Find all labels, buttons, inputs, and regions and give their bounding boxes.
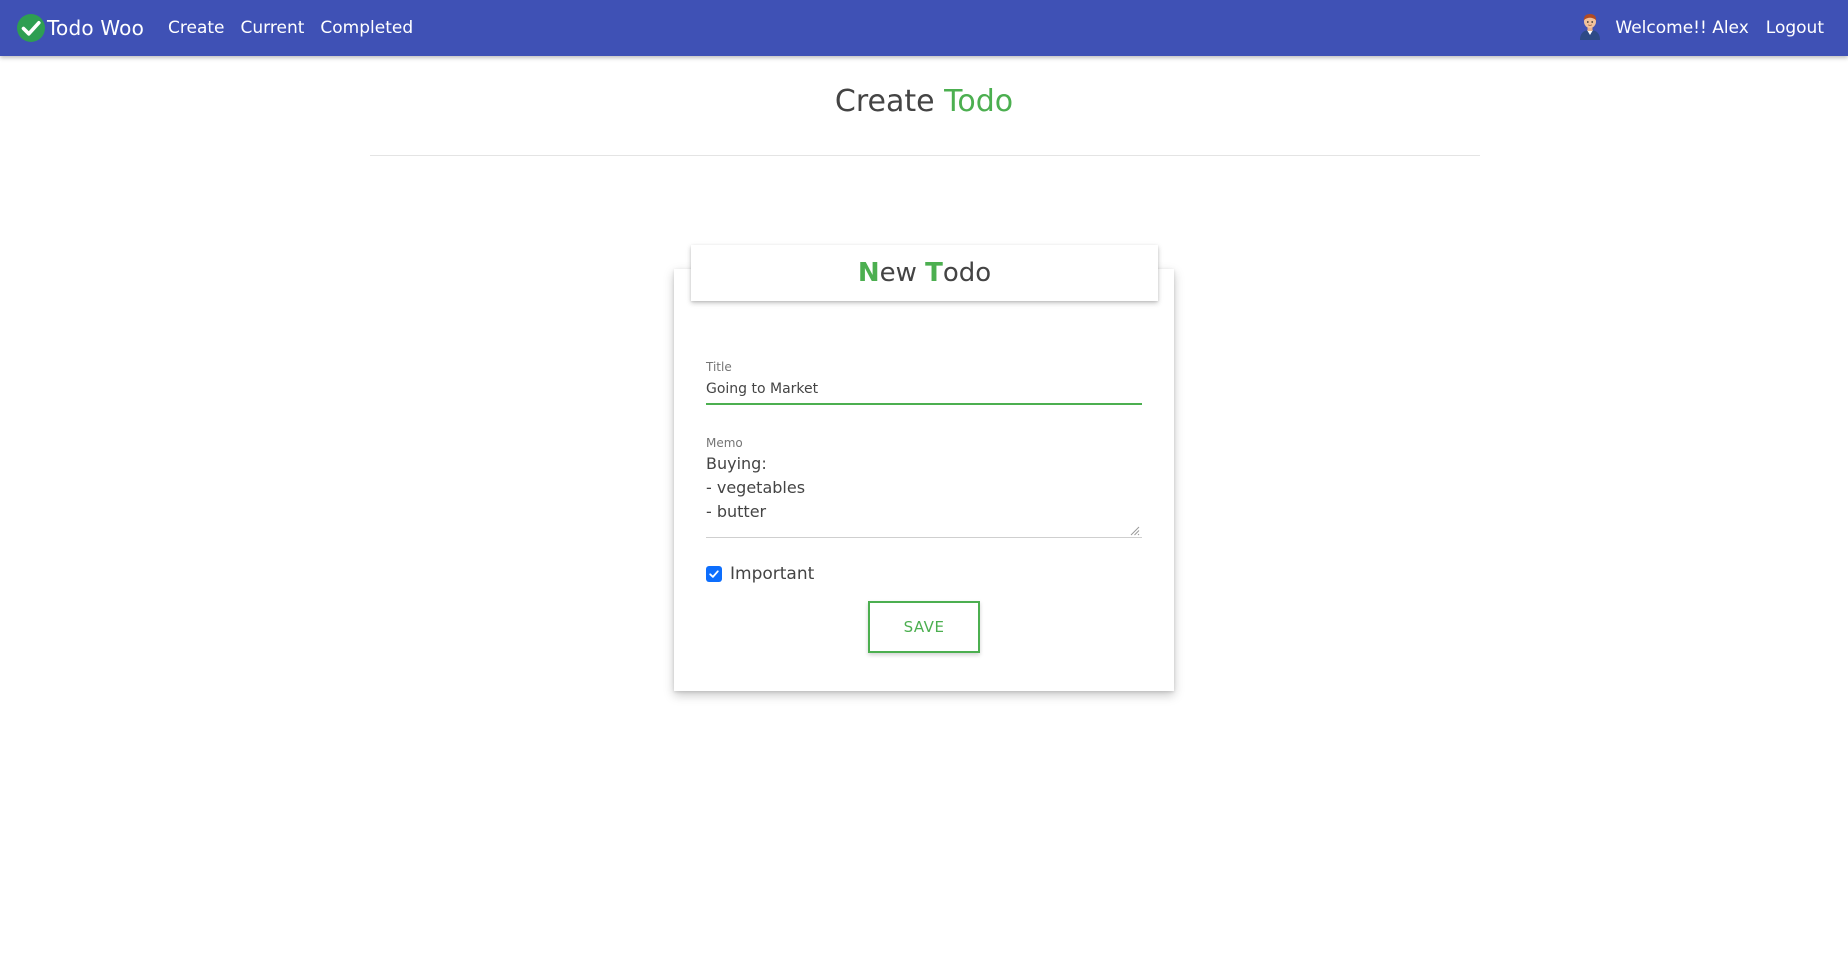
card-header-first-cap: N: [857, 258, 880, 288]
nav-user-area: Welcome!! Alex Logout: [1577, 14, 1824, 40]
brand-link[interactable]: Todo Woo: [16, 13, 144, 43]
top-navbar: Todo Woo Create Current Completed Welcom…: [0, 0, 1848, 56]
card-header-first-rest: ew: [879, 258, 917, 288]
card-header: New Todo: [691, 245, 1158, 301]
nav-link-create[interactable]: Create: [168, 18, 225, 38]
nav-links: Create Current Completed: [168, 18, 429, 38]
title-input[interactable]: [706, 375, 1142, 405]
welcome-text: Welcome!! Alex: [1615, 18, 1749, 38]
title-field-label: Title: [706, 360, 732, 374]
resize-handle-icon[interactable]: [1130, 526, 1140, 536]
important-label[interactable]: Important: [730, 564, 814, 584]
page-title: Create Todo: [0, 84, 1848, 119]
memo-field-label: Memo: [706, 436, 743, 450]
memo-textarea[interactable]: Buying: - vegetables - butter: [706, 452, 1142, 538]
user-avatar-icon: [1580, 14, 1601, 40]
checkmark-icon: [709, 570, 719, 578]
important-checkbox[interactable]: [706, 566, 722, 582]
check-circle-icon: [17, 14, 45, 42]
heading-divider: [370, 155, 1480, 156]
save-button[interactable]: SAVE: [868, 601, 980, 653]
nav-link-current[interactable]: Current: [241, 18, 305, 38]
card-header-second-cap: T: [925, 258, 943, 288]
nav-link-completed[interactable]: Completed: [320, 18, 413, 38]
page-title-prefix: Create: [834, 84, 935, 119]
card-header-second-rest: odo: [942, 258, 992, 288]
brand-name: Todo Woo: [47, 16, 145, 40]
important-option: Important: [706, 564, 814, 584]
logout-link[interactable]: Logout: [1766, 18, 1824, 38]
page-title-accent: Todo: [944, 84, 1014, 119]
